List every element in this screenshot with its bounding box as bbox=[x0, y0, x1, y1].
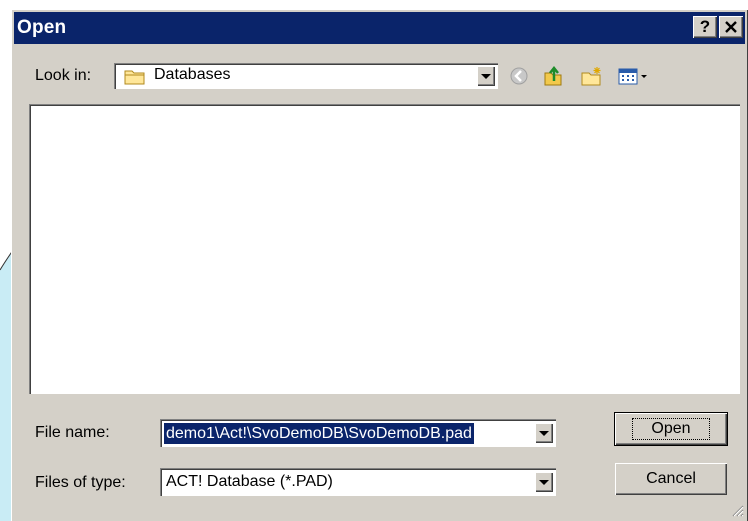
files-of-type-label: Files of type: bbox=[35, 474, 126, 491]
title-bar[interactable]: Open ? bbox=[14, 12, 745, 44]
files-of-type-dropdown-button[interactable] bbox=[535, 472, 553, 492]
views-menu-icon[interactable] bbox=[617, 65, 651, 87]
open-button-label: Open bbox=[632, 418, 710, 440]
look-in-label: Look in: bbox=[35, 67, 92, 84]
new-folder-icon[interactable] bbox=[580, 65, 604, 87]
help-button[interactable]: ? bbox=[693, 16, 717, 38]
file-name-dropdown-button[interactable] bbox=[535, 423, 553, 443]
close-icon bbox=[725, 21, 737, 33]
open-button[interactable]: Open bbox=[614, 412, 728, 446]
up-folder-icon[interactable] bbox=[541, 65, 565, 87]
close-button[interactable] bbox=[719, 16, 743, 38]
look-in-dropdown-button[interactable] bbox=[477, 66, 495, 86]
file-name-label: File name: bbox=[35, 424, 110, 441]
open-dialog: Open ? Look in: Databases File name: dem… bbox=[11, 9, 748, 521]
files-of-type-value: ACT! Database (*.PAD) bbox=[166, 473, 333, 490]
file-list[interactable] bbox=[29, 104, 740, 394]
back-icon[interactable] bbox=[507, 65, 531, 87]
cancel-button[interactable]: Cancel bbox=[615, 463, 727, 495]
resize-grip-icon[interactable] bbox=[730, 503, 744, 517]
file-name-value: demo1\Act!\SvoDemoDB\SvoDemoDB.pad bbox=[164, 423, 474, 444]
look-in-combo[interactable]: Databases bbox=[114, 63, 498, 89]
file-name-input[interactable]: demo1\Act!\SvoDemoDB\SvoDemoDB.pad bbox=[160, 419, 556, 447]
look-in-value: Databases bbox=[154, 66, 231, 83]
folder-icon bbox=[124, 70, 145, 85]
dialog-title: Open bbox=[17, 17, 67, 38]
files-of-type-select[interactable]: ACT! Database (*.PAD) bbox=[160, 468, 556, 496]
